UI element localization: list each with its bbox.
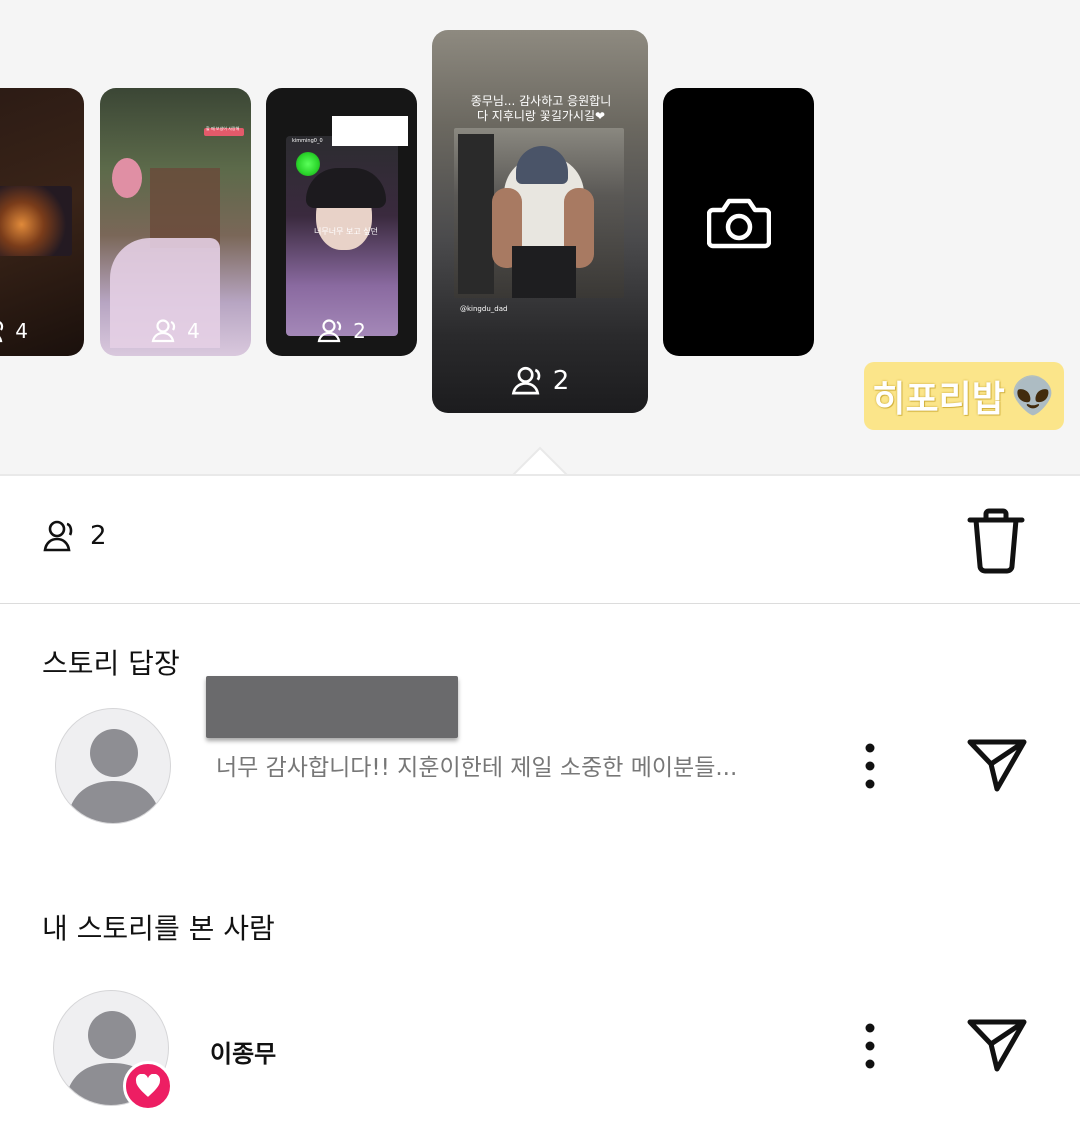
avatar[interactable] [55,708,171,824]
story-viewer-count: 2 [432,365,648,397]
viewer-count: 4 [15,319,28,343]
viewer-count-summary[interactable]: 2 [42,518,107,554]
sticker-label: 히포리밥 👽 [864,362,1064,430]
story-caption: 종무님... 감사하고 응원합니다 지후니랑 꽃길가시길❤ [470,94,612,123]
viewer-count: 2 [90,521,107,551]
story-text-box [332,116,408,146]
more-options-icon[interactable] [860,742,880,792]
story-strip: 4 할 때 보냈어 사랑해 4 kimming0_0 너무너무 보고 싶던 2 … [0,0,1080,476]
story-image [150,168,220,248]
story-thumbnail[interactable]: 할 때 보냈어 사랑해 4 [100,88,251,356]
default-avatar-icon [66,729,162,823]
heart-reaction-badge [123,1061,173,1111]
story-viewer-count: 2 [266,318,417,344]
viewer-name: 이종무 [210,1040,277,1068]
story-thumbnail[interactable]: kimming0_0 너무너무 보고 싶던 2 [266,88,417,356]
viewers-icon [0,321,4,343]
story-detail-header: 2 [0,478,1080,604]
alien-emoji: 👽 [1010,376,1056,417]
story-viewer-count: 4 [0,318,84,344]
viewers-icon [151,319,176,343]
section-title-viewers: 내 스토리를 본 사람 [42,912,275,945]
story-viewer-count: 4 [100,318,251,344]
story-thumbnail[interactable]: 4 [0,88,84,356]
story-tag: @kingdu_dad [460,305,508,313]
story-overlay-text: 할 때 보냈어 사랑해 [206,126,240,131]
sticker-text: 히포리밥 [872,379,1005,420]
story-image [296,152,320,176]
viewer-count: 2 [552,366,570,396]
viewers-icon [511,366,541,395]
trash-icon[interactable] [966,508,1026,574]
send-icon[interactable] [966,1018,1028,1074]
heart-icon [135,1074,161,1097]
story-image [112,158,142,198]
viewer-count: 2 [353,319,366,343]
reply-message: 너무 감사합니다!! 지훈이한테 제일 소중한 메이분들... [216,755,738,781]
viewers-icon [317,319,342,343]
story-overlay-username: kimming0_0 [292,138,323,144]
section-title-replies: 스토리 답장 [42,647,180,680]
redacted-username [206,676,458,738]
story-overlay-caption: 너무너무 보고 싶던 [314,227,378,236]
viewer-count: 4 [187,319,200,343]
story-thumbnail-selected[interactable]: 종무님... 감사하고 응원합니다 지후니랑 꽃길가시길❤ @kingdu_da… [432,30,648,413]
selection-pointer [512,446,568,474]
story-photo [454,128,624,298]
story-image [0,186,72,256]
more-options-icon[interactable] [860,1022,880,1072]
add-story-camera-tile[interactable] [663,88,814,356]
viewers-icon [43,520,73,552]
camera-icon [707,198,771,249]
send-icon[interactable] [966,738,1028,794]
